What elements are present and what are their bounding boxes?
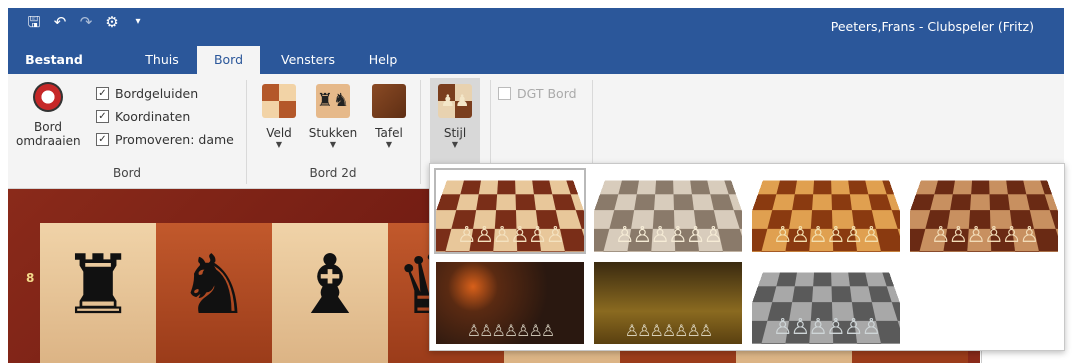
group-label-bord: Bord bbox=[113, 166, 141, 180]
style-thumbnail-6[interactable]: ♙♙♙♙♙♙♙ bbox=[594, 262, 742, 344]
redo-icon[interactable]: ↷ bbox=[78, 14, 94, 30]
stukken-button[interactable]: ♜♞ Stukken ▼ bbox=[306, 84, 360, 149]
tafel-button[interactable]: Tafel ▼ bbox=[368, 84, 410, 149]
option-promoveren[interactable]: ✓ Promoveren: dame bbox=[96, 132, 234, 147]
dropdown-arrow-icon: ▼ bbox=[329, 140, 337, 149]
style-gallery-dropdown: ♙♙♙♙♙♙ ♙♙♙♙♙♙ ♙♙♙♙♙♙ ♙♙♙♙♙♙ ♙♙♙♙♙♙♙ ♙♙♙♙… bbox=[429, 163, 1065, 351]
option-label: Bordgeluiden bbox=[115, 86, 199, 101]
tafel-label: Tafel bbox=[375, 126, 403, 140]
checkbox-unchecked-icon bbox=[498, 87, 511, 100]
undo-icon[interactable]: ↶ bbox=[52, 14, 68, 30]
style-thumbnail-5[interactable]: ♙♙♙♙♙♙♙ bbox=[436, 262, 584, 344]
dropdown-arrow-icon: ▼ bbox=[385, 140, 393, 149]
dropdown-arrow-icon: ▼ bbox=[275, 140, 283, 149]
rank-label: 8 bbox=[26, 271, 35, 285]
tab-bord[interactable]: Bord bbox=[197, 46, 260, 76]
stijl-button[interactable]: ♟♟ Stijl ▼ bbox=[430, 78, 480, 170]
window-title: Peeters,Frans - Clubspeler (Fritz) bbox=[830, 19, 1034, 34]
dgt-label: DGT Bord bbox=[517, 86, 577, 101]
save-icon[interactable]: 🖫 bbox=[26, 14, 42, 30]
flip-board-icon bbox=[33, 82, 63, 112]
squares-icon bbox=[262, 84, 296, 118]
tab-bestand[interactable]: Bestand bbox=[22, 46, 86, 74]
style-thumbnail-1[interactable]: ♙♙♙♙♙♙ bbox=[434, 168, 586, 254]
option-koordinaten[interactable]: ✓ Koordinaten bbox=[96, 109, 190, 124]
flip-board-label-2: omdraaien bbox=[16, 134, 81, 148]
black-bishop-icon[interactable]: ♝ bbox=[272, 241, 388, 331]
black-rook-icon[interactable]: ♜ bbox=[40, 241, 156, 331]
board-style-icon: ♟♟ bbox=[438, 84, 472, 118]
style-thumbnail-4[interactable]: ♙♙♙♙♙♙ bbox=[910, 170, 1058, 252]
ribbon-tabs: Bestand Thuis Bord Vensters Help bbox=[8, 46, 1064, 76]
checkbox-checked-icon: ✓ bbox=[96, 133, 109, 146]
stukken-label: Stukken bbox=[308, 126, 358, 140]
style-thumbnail-2[interactable]: ♙♙♙♙♙♙ bbox=[594, 170, 742, 252]
dgt-board-option[interactable]: DGT Bord bbox=[498, 86, 577, 101]
group-label-bord2d: Bord 2d bbox=[309, 166, 357, 180]
group-separator bbox=[420, 80, 421, 184]
qat-menu-icon[interactable]: ▾ bbox=[130, 14, 146, 30]
table-icon bbox=[372, 84, 406, 118]
flip-board-label-1: Bord bbox=[34, 120, 62, 134]
veld-button[interactable]: Veld ▼ bbox=[258, 84, 300, 149]
checkbox-checked-icon: ✓ bbox=[96, 110, 109, 123]
option-label: Koordinaten bbox=[115, 109, 191, 124]
engine-icon[interactable]: ⚙ bbox=[104, 14, 120, 30]
title-bar: 🖫 ↶ ↷ ⚙ ▾ Peeters,Frans - Clubspeler (Fr… bbox=[8, 8, 1064, 46]
checkbox-checked-icon: ✓ bbox=[96, 87, 109, 100]
dropdown-arrow-icon: ▼ bbox=[451, 140, 459, 149]
stijl-label: Stijl bbox=[443, 126, 467, 140]
black-knight-icon[interactable]: ♞ bbox=[156, 241, 272, 331]
option-bordgeluiden[interactable]: ✓ Bordgeluiden bbox=[96, 86, 198, 101]
veld-label: Veld bbox=[266, 126, 292, 140]
style-thumbnail-3[interactable]: ♙♙♙♙♙♙ bbox=[752, 170, 900, 252]
flip-board-button[interactable]: Bord omdraaien bbox=[16, 82, 81, 148]
quick-access-toolbar: 🖫 ↶ ↷ ⚙ ▾ bbox=[26, 14, 146, 30]
tab-vensters[interactable]: Vensters bbox=[270, 46, 346, 74]
tab-help[interactable]: Help bbox=[358, 46, 408, 74]
option-label: Promoveren: dame bbox=[115, 132, 234, 147]
style-thumbnail-7[interactable]: ♙♙♙♙♙♙ bbox=[752, 262, 900, 344]
tab-thuis[interactable]: Thuis bbox=[134, 46, 190, 74]
pieces-icon: ♜♞ bbox=[316, 84, 350, 118]
